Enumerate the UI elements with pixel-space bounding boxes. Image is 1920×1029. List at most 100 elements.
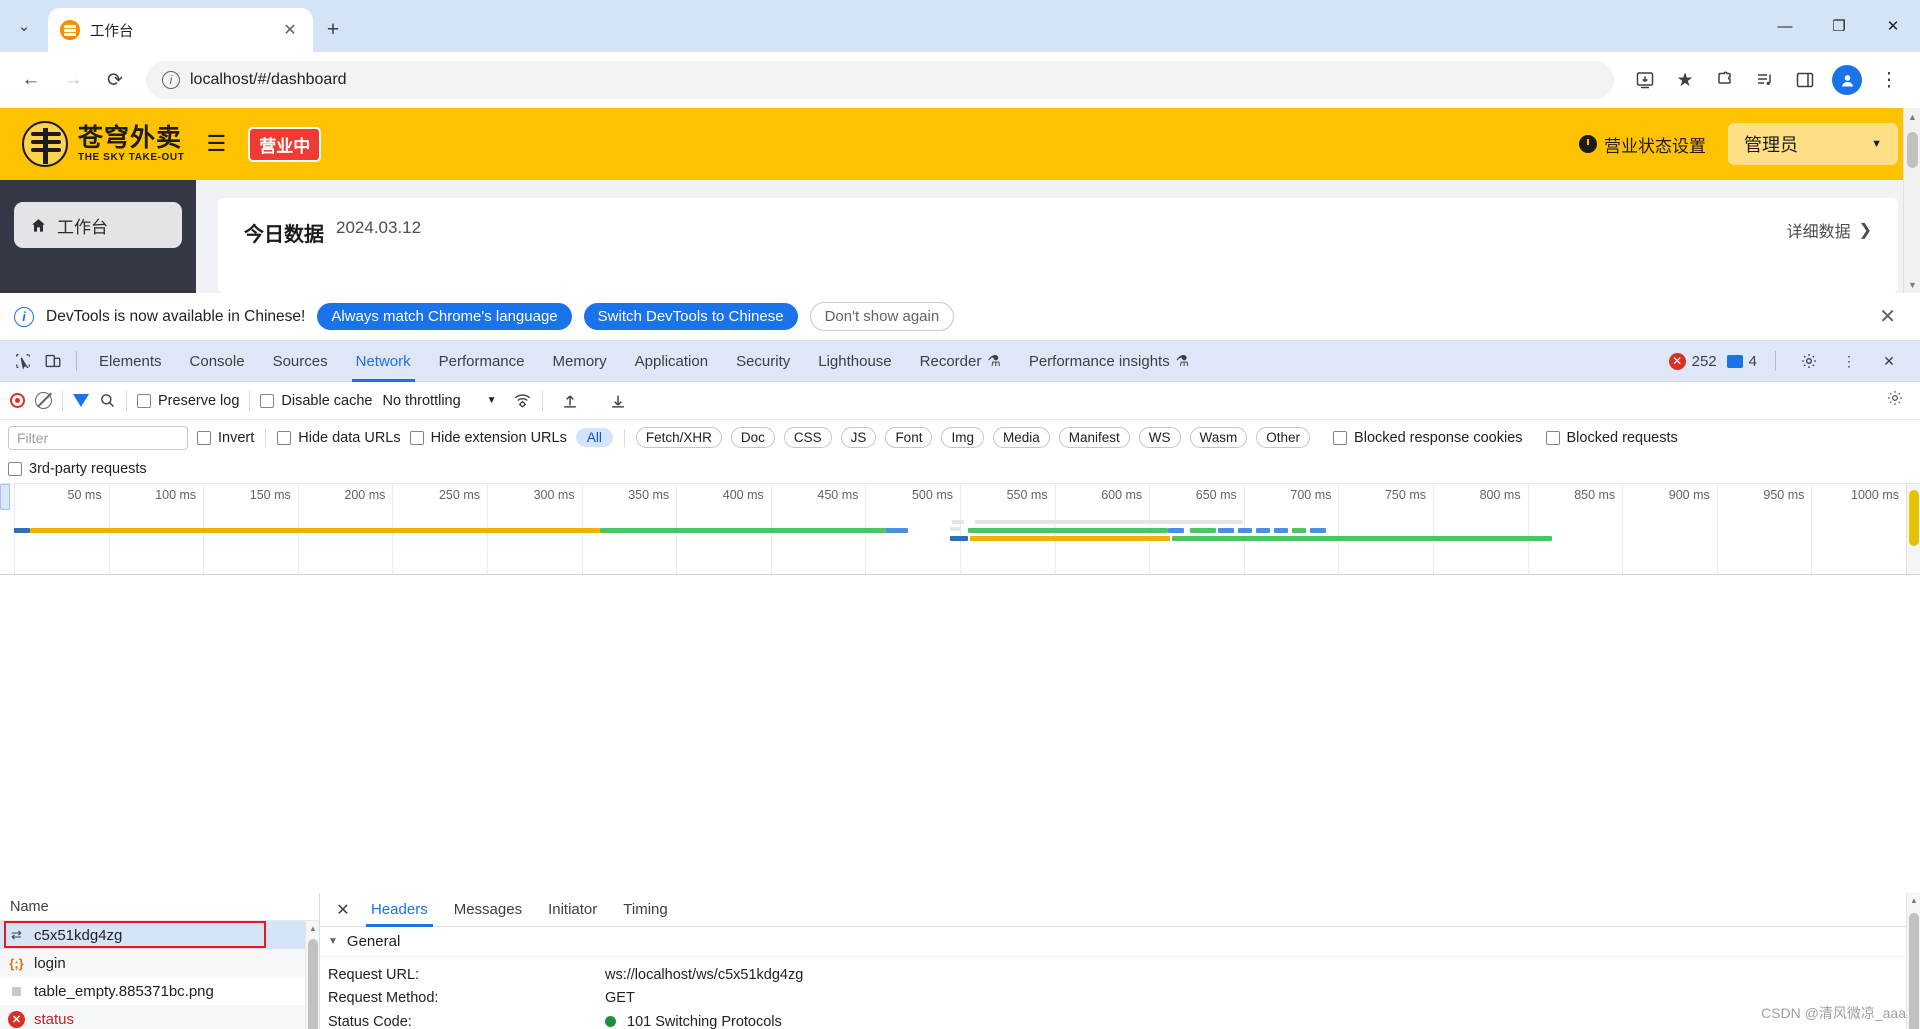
- gear-icon[interactable]: [1794, 346, 1824, 376]
- type-filter-img[interactable]: Img: [941, 427, 984, 448]
- sidebar-item-workspace[interactable]: 工作台: [14, 202, 182, 248]
- type-filter-media[interactable]: Media: [992, 427, 1050, 448]
- devtools-tab-recorder[interactable]: Recorder ⚗: [906, 341, 1015, 382]
- browser-tab[interactable]: 工作台 ✕: [48, 8, 313, 52]
- window-close-button[interactable]: ✕: [1866, 0, 1920, 52]
- devtools-tab-memory[interactable]: Memory: [539, 341, 621, 382]
- devtools-tab-elements[interactable]: Elements: [85, 341, 176, 382]
- export-har-icon[interactable]: [609, 392, 627, 410]
- third-party-requests-checkbox[interactable]: 3rd-party requests: [8, 461, 147, 477]
- detail-tab-headers[interactable]: Headers: [358, 893, 441, 927]
- detail-tab-messages[interactable]: Messages: [441, 893, 535, 927]
- type-filter-font[interactable]: Font: [885, 427, 933, 448]
- search-icon[interactable]: [99, 392, 116, 409]
- detail-scrollbar[interactable]: ▲ ▼: [1906, 893, 1920, 1029]
- devtools-tab-lighthouse[interactable]: Lighthouse: [804, 341, 905, 382]
- window-maximize-button[interactable]: ❐: [1812, 0, 1866, 52]
- record-network-log-icon[interactable]: [10, 393, 25, 408]
- type-filter-other[interactable]: Other: [1256, 427, 1311, 448]
- menu-collapse-icon[interactable]: ☰: [206, 131, 226, 157]
- business-status-setting-button[interactable]: 营业状态设置: [1579, 132, 1706, 157]
- network-settings-gear-icon[interactable]: [1886, 389, 1910, 412]
- general-section-header[interactable]: ▼ General: [320, 927, 1920, 957]
- window-minimize-button[interactable]: —: [1758, 0, 1812, 52]
- address-bar[interactable]: i localhost/#/dashboard: [146, 61, 1614, 99]
- detail-tab-initiator[interactable]: Initiator: [535, 893, 610, 927]
- import-har-icon[interactable]: [561, 392, 579, 410]
- extensions-icon[interactable]: [1706, 61, 1744, 99]
- request-row[interactable]: table_empty.885371bc.png: [0, 977, 319, 1005]
- type-filter-doc[interactable]: Doc: [730, 427, 775, 448]
- inspect-element-icon[interactable]: [8, 346, 38, 376]
- always-match-language-button[interactable]: Always match Chrome's language: [317, 303, 572, 330]
- tab-close-icon[interactable]: ✕: [279, 19, 301, 41]
- scroll-up-arrow-icon[interactable]: ▲: [1907, 893, 1920, 907]
- page-scrollbar-thumb[interactable]: [1907, 132, 1918, 168]
- disable-cache-checkbox[interactable]: Disable cache: [260, 393, 372, 409]
- request-list-header[interactable]: Name: [0, 893, 319, 921]
- devtools-tab-sources[interactable]: Sources: [259, 341, 342, 382]
- devtools-tab-performance[interactable]: Performance: [425, 341, 539, 382]
- more-options-icon[interactable]: ⋮: [1834, 346, 1864, 376]
- network-conditions-icon[interactable]: [513, 391, 532, 410]
- bookmark-star-icon[interactable]: ★: [1666, 61, 1704, 99]
- new-tab-button[interactable]: +: [313, 8, 353, 52]
- banner-close-icon[interactable]: ✕: [1879, 304, 1906, 329]
- user-dropdown[interactable]: 管理员 ▼: [1728, 123, 1898, 165]
- clear-network-log-icon[interactable]: [35, 392, 52, 409]
- throttling-dropdown[interactable]: No throttling ▼: [382, 393, 496, 409]
- dont-show-again-button[interactable]: Don't show again: [809, 302, 955, 331]
- blocked-response-cookies-checkbox[interactable]: Blocked response cookies: [1333, 430, 1523, 446]
- request-list[interactable]: ⇄ c5x51kdg4zg {;} login table_empty.885371bc…: [0, 921, 319, 1029]
- devtools-tab-console[interactable]: Console: [176, 341, 259, 382]
- site-info-icon[interactable]: i: [162, 71, 180, 89]
- filter-input[interactable]: Filter: [8, 425, 188, 450]
- type-filter-all[interactable]: All: [575, 428, 613, 447]
- hide-extension-urls-checkbox[interactable]: Hide extension URLs: [409, 430, 567, 446]
- switch-devtools-language-button[interactable]: Switch DevTools to Chinese: [583, 303, 798, 330]
- type-filter-css[interactable]: CSS: [783, 427, 832, 448]
- blocked-requests-checkbox[interactable]: Blocked requests: [1545, 430, 1678, 446]
- filter-icon[interactable]: [73, 394, 89, 407]
- detail-scrollbar-thumb[interactable]: [1909, 913, 1919, 1029]
- type-filter-fetch-xhr[interactable]: Fetch/XHR: [635, 427, 722, 448]
- reload-icon[interactable]: ⟳: [96, 61, 134, 99]
- back-icon[interactable]: ←: [12, 61, 50, 99]
- type-filter-js[interactable]: JS: [840, 427, 877, 448]
- message-count-badge[interactable]: 4: [1726, 353, 1757, 370]
- scroll-up-arrow-icon[interactable]: ▲: [306, 921, 320, 935]
- devtools-tab-network[interactable]: Network: [342, 341, 425, 382]
- overview-scrollbar-thumb[interactable]: [1909, 490, 1919, 546]
- request-row[interactable]: ✕ status: [0, 1005, 319, 1029]
- detail-close-icon[interactable]: ✕: [328, 895, 358, 925]
- request-row[interactable]: {;} login: [0, 949, 319, 977]
- side-panel-icon[interactable]: [1786, 61, 1824, 99]
- overview-scrollbar[interactable]: [1906, 484, 1920, 574]
- preserve-log-checkbox[interactable]: Preserve log: [137, 393, 239, 409]
- detail-tab-timing[interactable]: Timing: [610, 893, 680, 927]
- media-controls-icon[interactable]: [1746, 61, 1784, 99]
- page-scrollbar[interactable]: ▲ ▼: [1903, 108, 1920, 293]
- type-filter-ws[interactable]: WS: [1138, 427, 1181, 448]
- browser-menu-icon[interactable]: ⋮: [1870, 61, 1908, 99]
- error-count-badge[interactable]: ✕ 252: [1668, 352, 1717, 370]
- type-filter-manifest[interactable]: Manifest: [1058, 427, 1130, 448]
- type-filter-wasm[interactable]: Wasm: [1189, 427, 1248, 448]
- scroll-up-arrow-icon[interactable]: ▲: [1904, 108, 1920, 125]
- devtools-tab-performance-insights[interactable]: Performance insights ⚗: [1015, 341, 1203, 382]
- devtools-tab-application[interactable]: Application: [621, 341, 722, 382]
- device-toolbar-icon[interactable]: [38, 346, 68, 376]
- request-list-scrollbar-thumb[interactable]: [308, 939, 318, 1029]
- scroll-down-arrow-icon[interactable]: ▼: [1904, 276, 1920, 293]
- devtools-tab-security[interactable]: Security: [722, 341, 804, 382]
- tab-search-chevron-icon[interactable]: ⌄: [0, 0, 48, 52]
- devtools-close-icon[interactable]: ✕: [1874, 346, 1904, 376]
- detail-data-link[interactable]: 详细数据 ❯: [1787, 218, 1872, 242]
- forward-icon[interactable]: →: [54, 61, 92, 99]
- network-overview-timeline[interactable]: 50 ms 100 ms 150 ms 200 ms 250 ms 300 ms 350 m…: [0, 483, 1920, 575]
- install-app-icon[interactable]: [1626, 61, 1664, 99]
- request-row[interactable]: ⇄ c5x51kdg4zg: [0, 921, 319, 949]
- request-list-scrollbar[interactable]: ▲ ▼: [305, 921, 319, 1029]
- profile-avatar[interactable]: [1832, 65, 1862, 95]
- invert-checkbox[interactable]: Invert: [197, 430, 254, 446]
